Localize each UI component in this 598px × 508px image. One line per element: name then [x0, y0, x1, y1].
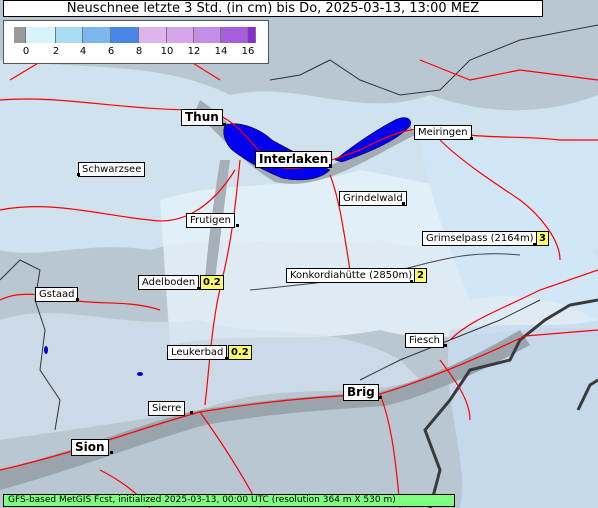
place-marker-interlaken [329, 164, 332, 167]
snow-value-leukerbad: 0.2 [228, 345, 252, 360]
snow-map [0, 0, 598, 508]
legend-tick: 8 [135, 46, 143, 57]
place-label-grindelwald[interactable]: Grindelwald [339, 191, 407, 206]
place-label-sierre[interactable]: Sierre [148, 401, 186, 416]
place-marker-sion [110, 451, 113, 454]
legend-cell [194, 27, 221, 43]
legend-cell [139, 27, 167, 43]
place-label-brig[interactable]: Brig [343, 384, 379, 401]
snow-value-grimselpass: 3 [536, 231, 549, 246]
place-label-schwarzsee[interactable]: Schwarzsee [78, 162, 146, 177]
place-label-leukerbad[interactable]: Leukerbad [167, 345, 228, 360]
legend: 0 2 4 6 8 10 12 14 16 [3, 20, 269, 64]
place-label-grimselpass[interactable]: Grimselpass (2164m) [422, 231, 538, 246]
legend-tick: 4 [79, 46, 87, 57]
legend-cell [83, 27, 111, 43]
place-label-fiesch[interactable]: Fiesch [405, 333, 445, 348]
pond-1 [44, 346, 48, 354]
snow-value-adelboden: 0.2 [200, 275, 224, 290]
pond-2 [137, 372, 143, 376]
legend-tick: 2 [52, 46, 60, 57]
place-marker-sierre [190, 411, 193, 414]
legend-tick: 12 [187, 46, 201, 57]
place-label-adelboden[interactable]: Adelboden [138, 275, 200, 290]
snow-value-konkordiahuette: 2 [414, 268, 427, 283]
place-marker-fiesch [444, 344, 447, 347]
place-marker-schwarzsee [77, 173, 80, 176]
place-marker-konkordiahuette [410, 280, 413, 283]
place-marker-grimselpass [533, 243, 536, 246]
place-label-gstaad[interactable]: Gstaad [35, 287, 79, 302]
place-marker-frutigen [236, 224, 239, 227]
map-title: Neuschnee letzte 3 Std. (in cm) bis Do, … [3, 0, 543, 17]
place-label-konkordiahuette[interactable]: Konkordiahütte (2850m) [286, 268, 417, 283]
place-marker-leukerbad [225, 357, 228, 360]
place-marker-adelboden [197, 287, 200, 290]
place-label-thun[interactable]: Thun [181, 109, 223, 126]
place-label-interlaken[interactable]: Interlaken [255, 151, 333, 168]
legend-tick: 6 [107, 46, 115, 57]
legend-cell [14, 27, 26, 43]
place-marker-thun [223, 123, 226, 126]
legend-color-bar [14, 27, 256, 43]
place-label-sion[interactable]: Sion [71, 439, 109, 456]
legend-cell [167, 27, 194, 43]
place-marker-grindelwald [402, 202, 405, 205]
legend-tick: 14 [214, 46, 228, 57]
place-marker-brig [379, 396, 382, 399]
legend-tick: 0 [22, 46, 30, 57]
place-marker-meiringen [470, 137, 473, 140]
forecast-info-footer: GFS-based MetGIS Fcst, initialized 2025-… [3, 494, 455, 507]
place-label-frutigen[interactable]: Frutigen [186, 213, 236, 228]
legend-cell [221, 27, 248, 43]
legend-cell [111, 27, 139, 43]
legend-cell [248, 27, 256, 43]
place-label-meiringen[interactable]: Meiringen [414, 125, 472, 140]
legend-cell [56, 27, 83, 43]
legend-tick: 10 [160, 46, 174, 57]
place-marker-gstaad [76, 298, 79, 301]
legend-tick: 16 [241, 46, 255, 57]
legend-cell [26, 27, 56, 43]
